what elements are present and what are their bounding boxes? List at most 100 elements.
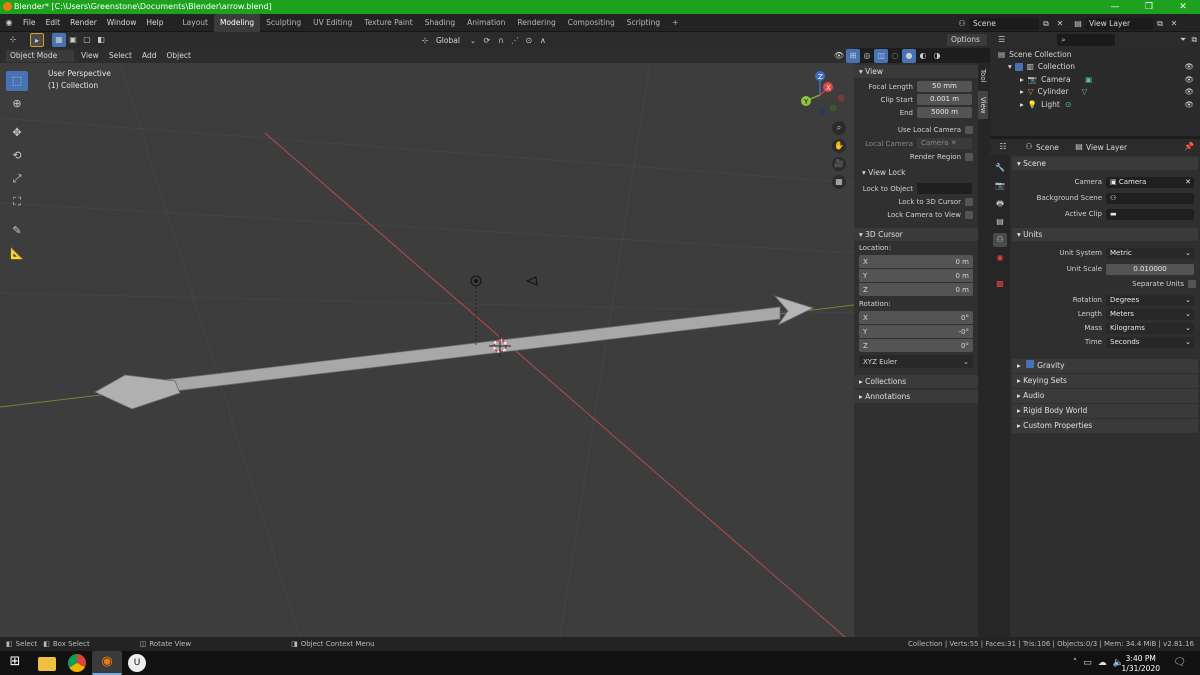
- cursor-rotation-x-field[interactable]: X 0°: [859, 311, 973, 324]
- ortho-grid-icon[interactable]: ▦: [832, 175, 846, 189]
- separate-units-checkbox[interactable]: [1188, 280, 1196, 288]
- panel-view-header[interactable]: ▾ View: [854, 65, 978, 78]
- arrow-fletching[interactable]: [94, 374, 181, 410]
- time-units-dropdown[interactable]: Seconds ⌄: [1106, 336, 1194, 348]
- menu-edit[interactable]: Edit: [41, 14, 66, 32]
- render-props-icon[interactable]: 📷: [993, 179, 1007, 193]
- clip-end-field[interactable]: 5000 m: [917, 107, 972, 118]
- world-props-icon[interactable]: ◉: [993, 251, 1007, 265]
- tab-tool[interactable]: Tool: [978, 63, 988, 91]
- measure-tool-icon[interactable]: 📐: [6, 244, 28, 264]
- select-mode-intersect-icon[interactable]: ◧: [94, 33, 108, 47]
- unit-scale-field[interactable]: 0.010000: [1106, 263, 1194, 275]
- taskbar-time[interactable]: 3:40 PM: [1122, 654, 1160, 664]
- arrow-shaft[interactable]: [154, 306, 781, 394]
- tab-shading[interactable]: Shading: [419, 14, 461, 32]
- delete-view-layer-icon[interactable]: ✕: [1167, 17, 1181, 31]
- scene-field[interactable]: Scene: [969, 18, 1039, 30]
- cursor-location-x-field[interactable]: X0 m: [859, 255, 973, 268]
- cursor-location-y-field[interactable]: Y0 m: [859, 269, 973, 282]
- proportional-icon[interactable]: ⊙: [522, 34, 536, 48]
- outliner-scene-collection[interactable]: ▤ Scene Collection: [990, 48, 1200, 61]
- light-object-icon[interactable]: [470, 275, 482, 346]
- 3d-viewport[interactable]: User Perspective (1) Collection ⬚ ⊕ ✥ ⟲ …: [0, 63, 854, 637]
- rotation-units-dropdown[interactable]: Degrees ⌄: [1106, 294, 1194, 306]
- focal-length-field[interactable]: 50 mm: [917, 81, 972, 92]
- cursor-tool-icon[interactable]: ⊕: [6, 94, 28, 114]
- tab-texture-paint[interactable]: Texture Paint: [358, 14, 418, 32]
- options-dropdown[interactable]: Options: [947, 34, 987, 46]
- pan-hand-icon[interactable]: ✋: [832, 139, 846, 153]
- view-layer-icon[interactable]: ▤: [1071, 17, 1085, 31]
- select-tool-icon[interactable]: ▸: [30, 33, 44, 47]
- gizmo-toggle-icon[interactable]: ⊞: [846, 49, 860, 63]
- view-layer-field[interactable]: View Layer: [1085, 18, 1153, 30]
- scale-tool-icon[interactable]: ⤢: [6, 169, 28, 189]
- tab-sculpting[interactable]: Sculpting: [260, 14, 307, 32]
- camera-view-icon[interactable]: 🎥: [832, 157, 846, 171]
- scene-panel-header[interactable]: ▾ Scene: [1012, 157, 1198, 170]
- cursor-rotation-y-field[interactable]: Y -0°: [859, 325, 973, 338]
- scene-props-icon[interactable]: ⚇: [993, 233, 1007, 247]
- delete-scene-icon[interactable]: ✕: [1053, 17, 1067, 31]
- mode-dropdown[interactable]: Object Mode: [6, 49, 74, 62]
- outliner-type-icon[interactable]: ☰: [996, 33, 1007, 47]
- viewport-menu-view[interactable]: View: [76, 47, 104, 65]
- filter-icon[interactable]: ⏷: [1177, 33, 1188, 47]
- annotate-tool-icon[interactable]: ✎: [6, 221, 28, 241]
- render-region-checkbox[interactable]: [965, 152, 973, 161]
- background-scene-field[interactable]: ⚇: [1106, 192, 1194, 204]
- tab-layout[interactable]: Layout: [176, 14, 214, 32]
- pivot-icon[interactable]: ⟳: [480, 34, 494, 48]
- wireframe-shading-icon[interactable]: ◌: [888, 49, 902, 63]
- select-box-tool-icon[interactable]: ⬚: [6, 71, 28, 91]
- scene-icon[interactable]: ⚇: [955, 17, 969, 31]
- overlay-icon[interactable]: ◎: [860, 49, 874, 63]
- select-mode-new-icon[interactable]: ▦: [52, 33, 66, 47]
- tab-rendering[interactable]: Rendering: [511, 14, 561, 32]
- taskbar-date[interactable]: 1/31/2020: [1122, 664, 1160, 674]
- blender-taskbar-icon[interactable]: ◉: [92, 651, 122, 675]
- collection-visibility-icon[interactable]: 👁: [1184, 62, 1194, 71]
- add-workspace-button[interactable]: +: [666, 14, 684, 32]
- file-explorer-icon[interactable]: [38, 657, 56, 671]
- falloff-icon[interactable]: ∧: [536, 34, 550, 48]
- scene-camera-field[interactable]: ▣ Camera ✕: [1106, 176, 1194, 188]
- panel-annotations-header[interactable]: ▸ Annotations: [854, 390, 978, 403]
- new-scene-icon[interactable]: ⧉: [1039, 17, 1053, 31]
- tab-view[interactable]: View: [978, 91, 988, 119]
- tab-modeling[interactable]: Modeling: [213, 13, 261, 32]
- rigid-body-world-panel-header[interactable]: ▸ Rigid Body World: [1012, 404, 1198, 418]
- lock-3d-cursor-checkbox[interactable]: [965, 197, 973, 206]
- tab-animation[interactable]: Animation: [461, 14, 511, 32]
- network-icon[interactable]: ▭: [1083, 658, 1092, 668]
- tab-uv-editing[interactable]: UV Editing: [307, 14, 358, 32]
- tool-props-icon[interactable]: 🔧: [993, 161, 1007, 175]
- blender-menu-icon[interactable]: ◉: [2, 16, 16, 30]
- transform-orientation[interactable]: Global: [432, 35, 470, 47]
- camera-visibility-icon[interactable]: 👁: [1184, 75, 1194, 84]
- visibility-icon[interactable]: 👁: [832, 49, 846, 63]
- select-mode-extend-icon[interactable]: ▣: [66, 33, 80, 47]
- clip-start-field[interactable]: 0.001 m: [917, 94, 972, 105]
- chrome-icon[interactable]: [68, 654, 86, 672]
- outliner-collection[interactable]: ▾ ▥ Collection 👁: [990, 61, 1200, 74]
- properties-type-icon[interactable]: ☷: [996, 140, 1010, 154]
- outliner-search[interactable]: ⌕: [1057, 34, 1116, 46]
- texture-props-icon[interactable]: ▩: [993, 277, 1007, 291]
- use-local-camera-checkbox[interactable]: [965, 125, 973, 134]
- minimize-button[interactable]: —: [1098, 0, 1132, 14]
- new-view-layer-icon[interactable]: ⧉: [1153, 17, 1167, 31]
- close-button[interactable]: ✕: [1166, 0, 1200, 14]
- outliner-item-cylinder[interactable]: ▸ ▽ Cylinder ▽ 👁: [990, 86, 1200, 99]
- menu-file[interactable]: File: [18, 14, 41, 32]
- unreal-engine-icon[interactable]: U: [128, 654, 146, 672]
- local-camera-field[interactable]: Camera ✕: [917, 138, 972, 149]
- tab-scripting[interactable]: Scripting: [621, 14, 666, 32]
- transform-tool-icon[interactable]: ⛶: [6, 192, 28, 212]
- notifications-icon[interactable]: 🗨: [1173, 657, 1186, 668]
- menu-render[interactable]: Render: [65, 14, 102, 32]
- light-visibility-icon[interactable]: 👁: [1184, 100, 1194, 109]
- snap-icon[interactable]: ∩: [494, 34, 508, 48]
- unit-system-dropdown[interactable]: Metric ⌄: [1106, 247, 1194, 259]
